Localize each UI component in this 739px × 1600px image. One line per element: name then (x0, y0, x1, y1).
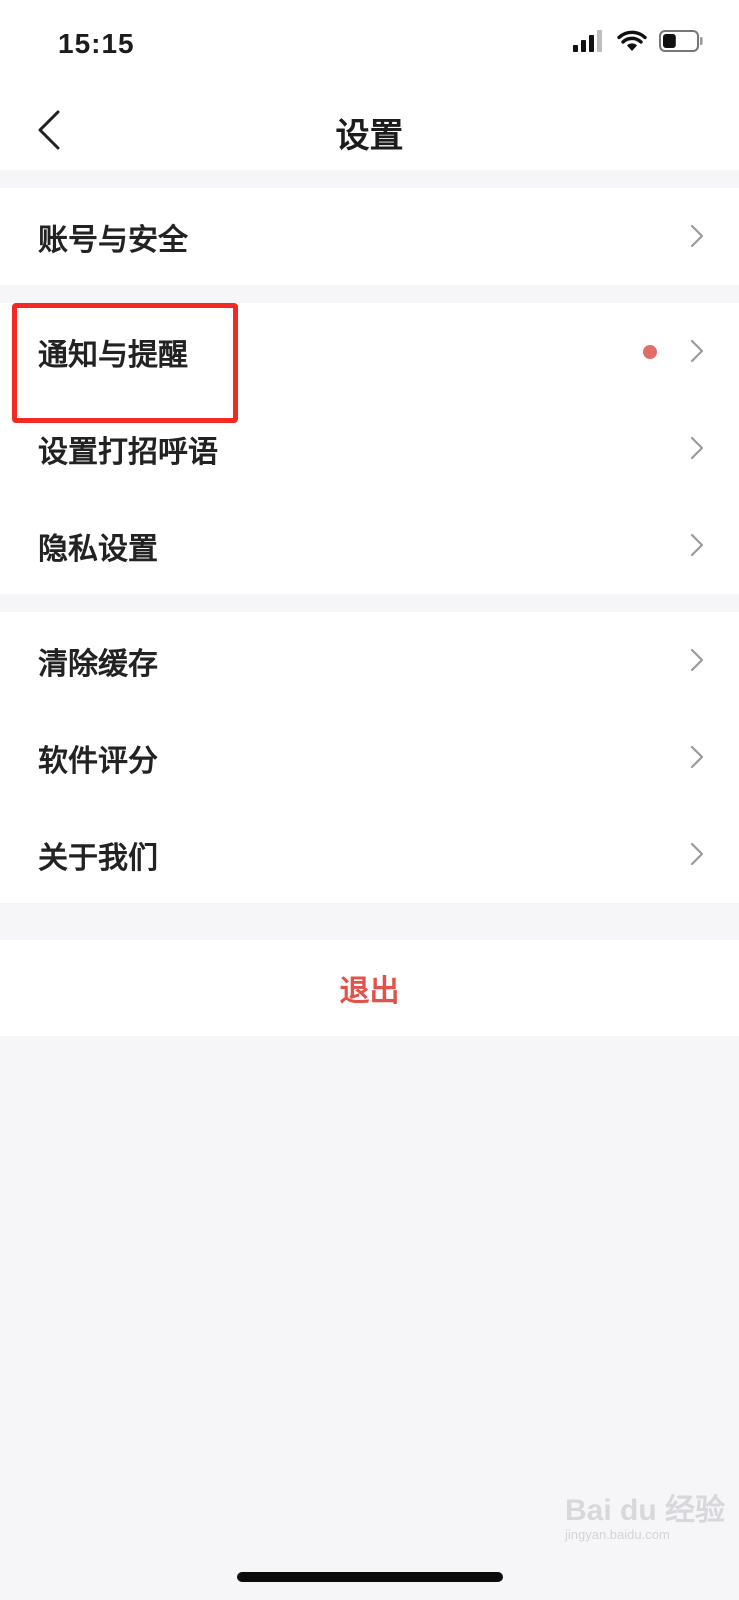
settings-item-rate-app[interactable]: 软件评分 (0, 709, 739, 806)
settings-item-account-security[interactable]: 账号与安全 (0, 188, 739, 285)
notification-dot (643, 345, 657, 359)
settings-item-label: 通知与提醒 (38, 337, 188, 373)
watermark-logo: Bai du 经验 jingyan.baidu.com (565, 1485, 725, 1542)
page-title: 设置 (335, 116, 404, 156)
chevron-right-icon (690, 533, 704, 557)
settings-item-greeting[interactable]: 设置打招呼语 (0, 400, 739, 497)
settings-item-about[interactable]: 关于我们 (0, 806, 739, 903)
logout-label: 退出 (339, 974, 400, 1009)
chevron-right-icon (690, 842, 704, 866)
wifi-icon (617, 30, 647, 51)
home-indicator[interactable] (237, 1572, 503, 1582)
chevron-right-icon (690, 224, 704, 248)
watermark-url: jingyan.baidu.com (565, 1527, 670, 1542)
settings-item-clear-cache[interactable]: 清除缓存 (0, 612, 739, 709)
settings-item-label: 关于我们 (38, 840, 158, 876)
chevron-right-icon (690, 339, 704, 363)
settings-item-label: 隐私设置 (38, 531, 158, 567)
settings-group-misc: 清除缓存 软件评分 关于我们 (0, 612, 739, 903)
signal-icon (573, 30, 602, 52)
logout-button[interactable]: 退出 (0, 940, 739, 1036)
nav-bar: 设置 (0, 90, 739, 170)
battery-icon (659, 30, 703, 52)
settings-item-label: 账号与安全 (38, 222, 188, 258)
settings-item-label: 设置打招呼语 (38, 434, 218, 470)
settings-group-account: 账号与安全 (0, 188, 739, 285)
status-icons (573, 30, 703, 52)
settings-item-label: 软件评分 (38, 743, 158, 779)
settings-item-label: 清除缓存 (38, 646, 158, 682)
watermark-brand: Bai du 经验 (565, 1494, 726, 1527)
status-bar: 15:15 (0, 0, 739, 90)
settings-item-notifications[interactable]: 通知与提醒 (0, 303, 739, 400)
chevron-right-icon (690, 648, 704, 672)
settings-group-notifications: 通知与提醒 设置打招呼语 隐私设置 (0, 303, 739, 594)
chevron-right-icon (690, 436, 704, 460)
chevron-right-icon (690, 745, 704, 769)
status-time: 15:15 (58, 28, 135, 59)
settings-item-privacy[interactable]: 隐私设置 (0, 497, 739, 594)
